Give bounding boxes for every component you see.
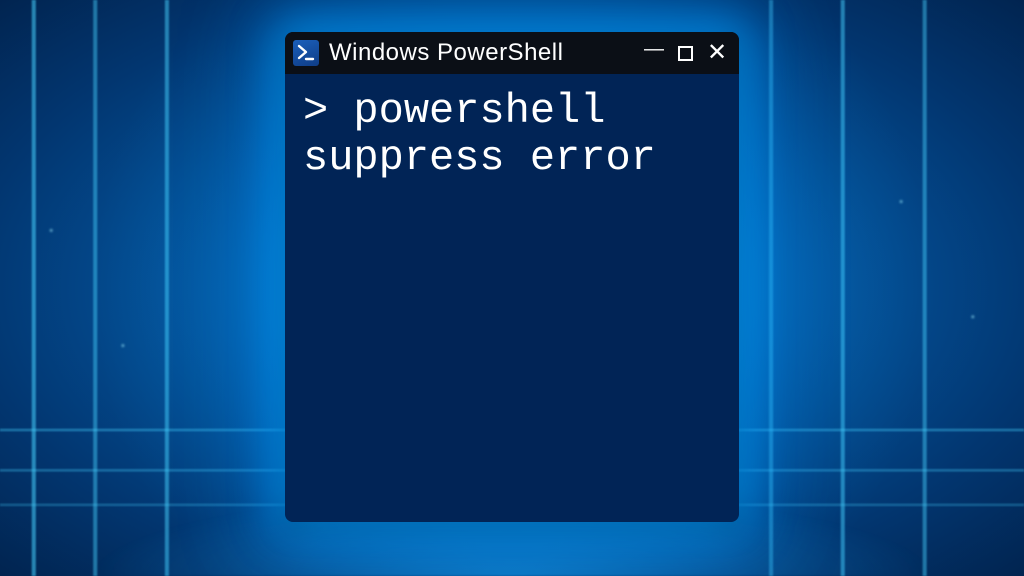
close-button[interactable]: ✕ — [707, 41, 727, 65]
prompt-symbol: > — [303, 87, 353, 135]
minimize-button[interactable]: — — [644, 39, 664, 59]
window-title: Windows PowerShell — [329, 39, 563, 67]
command-text: powershell suppress error — [303, 87, 656, 182]
titlebar[interactable]: Windows PowerShell — ✕ — [285, 32, 739, 74]
terminal-content[interactable]: > powershell suppress error — [285, 74, 739, 522]
powershell-window: Windows PowerShell — ✕ > powershell supp… — [285, 32, 739, 522]
powershell-icon — [293, 40, 319, 66]
maximize-button[interactable] — [678, 46, 693, 61]
window-controls: — ✕ — [644, 41, 727, 65]
